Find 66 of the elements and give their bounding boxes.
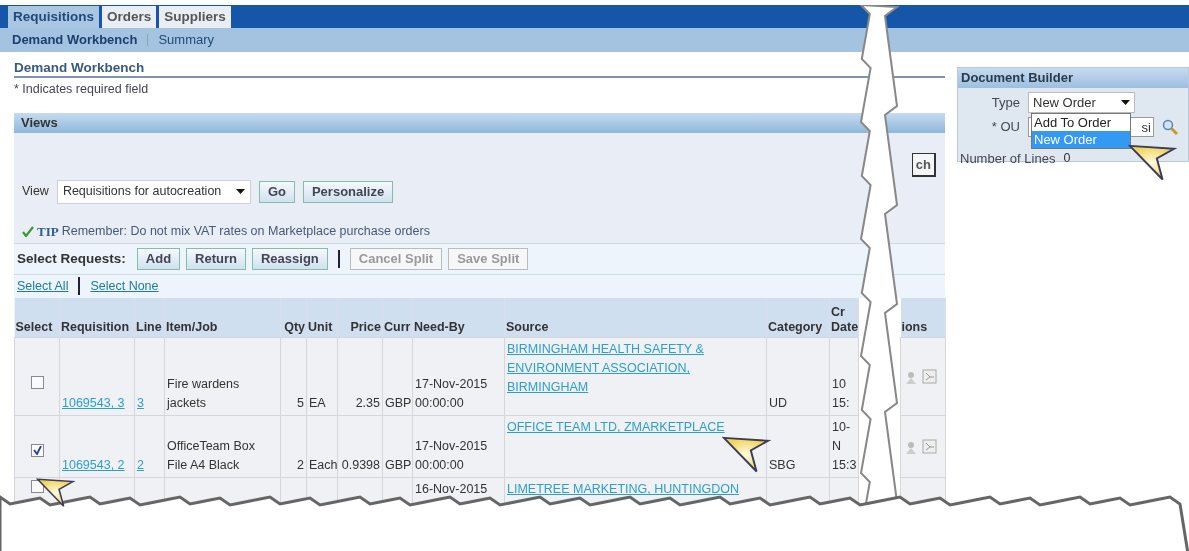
table-cell: 16-Nov-2015	[415, 482, 488, 497]
view-dropdown[interactable]: Requisitions for autocreation	[56, 179, 251, 204]
views-header: Views	[14, 112, 945, 133]
column-header: Requisition	[59, 297, 135, 338]
table-link[interactable]: 1069543, 3	[62, 396, 125, 411]
dropdown-option[interactable]: Add To Order	[1032, 114, 1130, 131]
toolbar-label: Select Requests:	[17, 249, 126, 268]
pointer-icon	[722, 435, 772, 475]
view-label: View	[22, 183, 49, 201]
field-value: 0	[1063, 150, 1071, 168]
column-header: Source	[504, 297, 767, 338]
tab[interactable]: Orders	[102, 6, 157, 28]
table-cell: 17-Nov-2015 00:00:00	[415, 439, 488, 473]
table-cell: 2.35	[355, 396, 380, 411]
field-label: Number of Lines	[960, 150, 1056, 168]
table-cell: 2	[297, 458, 304, 473]
caret-icon	[1121, 100, 1130, 105]
table-cell: 10 15:	[832, 377, 850, 411]
toolbar-button[interactable]: Reassign	[251, 247, 328, 270]
required-note: * Indicates required field	[14, 81, 150, 98]
view-button[interactable]: Personalize	[302, 180, 394, 203]
column-header: ions	[900, 297, 946, 338]
select-link[interactable]: Select All	[17, 276, 69, 296]
table-cell: Fire wardens jackets	[167, 377, 240, 411]
column-header: Price	[337, 297, 383, 338]
table-cell: OfficeTeam Box File A4 Black	[167, 439, 255, 473]
type-dropdown[interactable]: New Order	[1028, 92, 1135, 113]
table-cell: GBP	[385, 396, 412, 411]
column-header: Select	[14, 297, 60, 338]
checkbox[interactable]	[31, 376, 44, 390]
table-cell: 5	[297, 396, 304, 411]
field-label: * OU	[990, 118, 1020, 137]
subtab[interactable]: Summary	[158, 30, 215, 50]
toolbar-button[interactable]: Return	[186, 247, 246, 270]
table-cell: UD	[769, 396, 788, 411]
table-link[interactable]: 2	[137, 458, 144, 473]
table-cell: EA	[309, 396, 326, 411]
column-header: Need-By	[412, 297, 505, 338]
caret-icon	[235, 189, 245, 195]
tip-label: TIP	[37, 222, 59, 241]
table-cell: 17-Nov-2015 00:00:00	[415, 377, 488, 411]
view-button[interactable]: Go	[258, 180, 295, 203]
table-cell: 10-N 15:3	[832, 420, 857, 473]
pointer-icon	[1128, 143, 1178, 183]
table-cell: Each	[309, 458, 338, 473]
checkmark-icon	[22, 226, 34, 237]
dropdown-option[interactable]: New Order	[1032, 131, 1130, 148]
column-header: Item/Job	[164, 297, 281, 338]
column-header: Category	[766, 297, 830, 338]
checkbox[interactable]	[31, 444, 44, 458]
panel-header: Document Builder	[958, 68, 1188, 88]
table-cell: GBP	[385, 458, 412, 473]
table-link[interactable]: 3	[137, 396, 144, 411]
tab[interactable]: Suppliers	[159, 6, 231, 28]
tab[interactable]: Requisitions	[8, 6, 99, 28]
tip-text: Remember: Do not mix VAT rates on Marketplace purchase orders	[61, 223, 430, 241]
table-cell: 0.9398	[341, 458, 380, 473]
select-link[interactable]: Select None	[90, 276, 159, 296]
field-label: Type	[990, 93, 1020, 112]
search-icon[interactable]	[1162, 119, 1178, 135]
search-button[interactable]: ch	[911, 152, 936, 178]
table-cell: SBG	[769, 458, 796, 473]
subtab[interactable]: Demand Workbench	[12, 30, 138, 50]
table-link[interactable]: 1069543, 2	[62, 458, 125, 473]
toolbar-button[interactable]: Add	[136, 247, 181, 270]
pointer-icon	[36, 477, 76, 509]
